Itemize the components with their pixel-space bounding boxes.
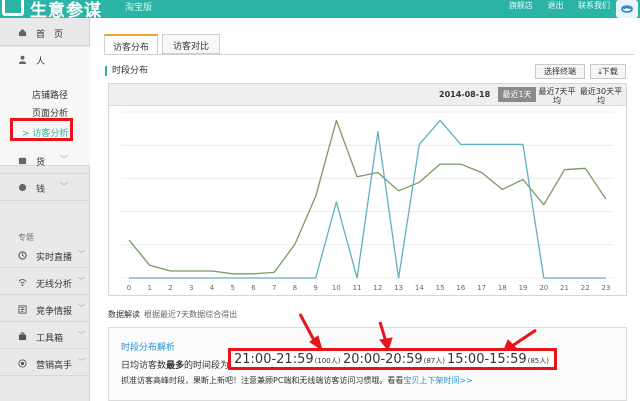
header-link-logout[interactable]: 退出 — [547, 1, 563, 10]
peak-time-1: 21:00-21:59(100人) — [234, 352, 341, 367]
range-1day-button[interactable]: 最近1天 — [498, 87, 536, 102]
chart-date: 2014-08-18 — [439, 90, 491, 99]
person-icon — [18, 55, 27, 64]
sidebar-item-label: 货 — [36, 158, 46, 168]
x-tick-label: 23 — [602, 284, 611, 292]
x-tick-label: 22 — [581, 284, 590, 292]
time-distribution-chart: 2014-08-18 最近1天 最近7天平均 最近30天平均 012345678… — [108, 83, 627, 296]
x-tick-label: 5 — [230, 284, 234, 292]
chart-toolbar: 2014-08-18 最近1天 最近7天平均 最近30天平均 — [109, 84, 626, 106]
tab-visitor-distribution[interactable]: 访客分布 — [104, 34, 158, 54]
x-tick-label: 10 — [332, 284, 341, 292]
chevron-down-icon: ﹀ — [78, 358, 85, 366]
x-tick-label: 18 — [498, 284, 507, 292]
sidebar-tool-label: 竞争情报 — [36, 307, 73, 317]
x-tick-label: 7 — [272, 284, 276, 292]
x-tick-label: 15 — [436, 284, 445, 292]
competition-icon — [18, 305, 27, 314]
sidebar-item-label: 钱 — [36, 185, 46, 195]
interpretation-hint: 根据最近7天数据综合得出 — [144, 310, 238, 319]
section-title: 时段分布 — [105, 66, 148, 76]
highlight-box — [10, 118, 73, 141]
sidebar-tool-wireless[interactable]: 无线分析 ﹀ — [0, 269, 90, 295]
sidebar: 首 页 人 店铺路径 页面分析 > 访客分析 货 ﹀ 钱 ﹀ 专题 实时直播 ﹀… — [0, 18, 90, 401]
chevron-down-icon: ﹀ — [78, 304, 85, 312]
toolbox-icon — [18, 332, 27, 341]
x-tick-label: 8 — [293, 284, 297, 292]
x-tick-label: 2 — [168, 284, 172, 292]
interpretation-label: 数据解读 — [108, 310, 140, 319]
peak-time-2: 20:00-20:59(87人) — [343, 352, 445, 367]
sidebar-tool-marketing[interactable]: 营销高手 ﹀ — [0, 350, 90, 376]
analysis-title: 时段分布解析 — [121, 343, 176, 353]
sidebar-item-people[interactable]: 人 — [0, 47, 90, 89]
x-tick-label: 3 — [189, 284, 193, 292]
data-interpretation: 数据解读 根据最近7天数据综合得出 — [108, 309, 237, 320]
sidebar-item-home[interactable]: 首 页 — [0, 20, 90, 46]
x-tick-label: 20 — [539, 284, 548, 292]
sidebar-item-label: 首 页 — [36, 30, 64, 40]
header-links: 旗舰店 退出 联系我们 — [497, 0, 610, 11]
logo-subtitle: 淘宝版 — [125, 3, 153, 13]
sidebar-sub-store-path[interactable]: 店铺路径 — [32, 88, 68, 101]
x-tick-label: 6 — [251, 284, 256, 292]
series-line-1 — [128, 119, 607, 275]
x-tick-label: 9 — [313, 284, 317, 292]
x-tick-label: 14 — [415, 284, 424, 292]
tab-visitor-compare[interactable]: 访客对比 — [162, 34, 220, 54]
x-tick-label: 13 — [394, 284, 403, 292]
x-tick-label: 17 — [477, 284, 486, 292]
coin-icon — [18, 183, 27, 192]
x-tick-label: 19 — [519, 284, 528, 292]
sidebar-tool-toolbox[interactable]: 工具箱 ﹀ — [0, 323, 90, 349]
logo-icon — [2, 0, 24, 16]
share-icon[interactable] — [616, 0, 638, 18]
sidebar-tool-label: 无线分析 — [36, 280, 73, 290]
x-tick-label: 12 — [373, 284, 382, 292]
range-30day-button[interactable]: 最近30天平均 — [579, 87, 623, 105]
chevron-down-icon: ﹀ — [60, 155, 68, 164]
chart-plot: 0 1 2 3 4 5 6 7 8 9 10 11 12 13 14 15 16 17 18 19 20 21 22 23 — [121, 111, 614, 292]
home-icon — [18, 28, 27, 37]
series-line-2 — [129, 119, 606, 279]
x-tick-label: 1 — [148, 284, 152, 292]
clock-icon — [18, 251, 27, 260]
x-tick-label: 4 — [210, 284, 215, 292]
tab-divider — [104, 54, 634, 55]
x-tick-label: 11 — [353, 284, 362, 292]
range-7day-button[interactable]: 最近7天平均 — [537, 87, 577, 105]
chevron-down-icon: ﹀ — [78, 250, 85, 258]
header-link-shop[interactable]: 旗舰店 — [509, 1, 533, 10]
x-tick-label: 16 — [456, 284, 465, 292]
listing-time-link[interactable]: 宝贝上下架时间>> — [403, 376, 472, 385]
select-terminal-button[interactable]: 选择终端 — [535, 64, 585, 79]
sidebar-tool-label: 工具箱 — [36, 334, 64, 344]
analysis-summary: 日均访客数最多的时间段为 — [121, 361, 230, 371]
sidebar-item-label: 人 — [36, 57, 46, 67]
peak-time-3: 15:00-15:59(85人) — [447, 352, 549, 367]
sidebar-tool-competition[interactable]: 竞争情报 ﹀ — [0, 296, 90, 322]
sidebar-tool-label: 实时直播 — [36, 253, 73, 263]
top-header: 生意参谋 淘宝版 旗舰店 退出 联系我们 — [0, 0, 640, 21]
chevron-down-icon: ﹀ — [60, 182, 68, 191]
wifi-icon — [18, 279, 27, 287]
sidebar-item-money[interactable]: 钱 ﹀ — [0, 175, 90, 201]
sidebar-item-goods[interactable]: 货 ﹀ — [0, 148, 90, 174]
sidebar-tool-label: 营销高手 — [36, 361, 73, 371]
header-link-contact[interactable]: 联系我们 — [578, 1, 610, 10]
x-tick-label: 21 — [560, 284, 569, 292]
peak-times-highlight: 21:00-21:59(100人) 20:00-20:59(87人) 15:00… — [228, 348, 557, 370]
chevron-down-icon: ﹀ — [78, 331, 85, 339]
download-button[interactable]: ⤓下载 — [590, 64, 626, 79]
analysis-tip: 抓准访客高峰时段，果断上新吧！注意兼顾PC端和无线端访客访问习惯哦。看看宝贝上下… — [121, 376, 473, 385]
box-icon — [18, 157, 27, 165]
target-icon — [18, 359, 27, 368]
chevron-down-icon: ﹀ — [78, 277, 85, 285]
sidebar-tool-realtime[interactable]: 实时直播 ﹀ — [0, 242, 90, 268]
x-tick-label: 0 — [127, 284, 131, 292]
